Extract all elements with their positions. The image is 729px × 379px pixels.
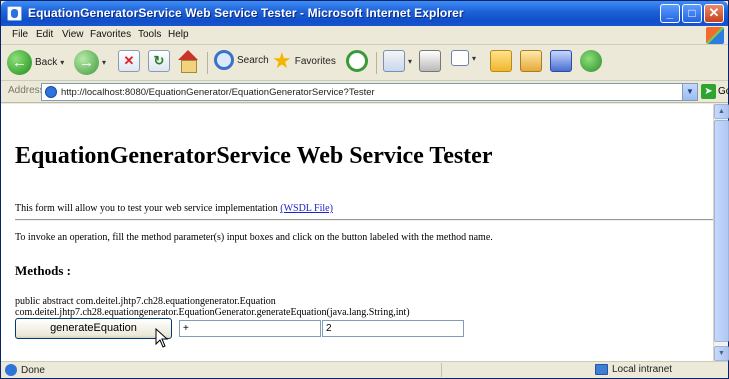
menu-file[interactable]: File [12, 29, 28, 40]
refresh-icon: ↻ [148, 50, 170, 72]
zone-label: Local intranet [612, 364, 673, 375]
home-button[interactable] [177, 50, 199, 73]
address-input[interactable]: http://localhost:8080/EquationGenerator/… [41, 83, 698, 101]
mail-button[interactable]: ▾ [383, 50, 412, 72]
address-label: Address [8, 85, 45, 96]
research-icon [520, 50, 542, 72]
intro-text: This form will allow you to test your we… [15, 203, 333, 214]
edit-button[interactable]: ▾ [451, 50, 476, 66]
minimize-button[interactable]: _ [660, 4, 680, 23]
operation-param-input[interactable]: + [179, 320, 321, 337]
search-button[interactable]: Search [214, 50, 269, 70]
scroll-thumb[interactable] [714, 120, 729, 342]
scroll-down-icon[interactable]: ▼ [714, 346, 729, 361]
toolbar: ← Back ▾ → ▾ ✕ ↻ Search ★ Favorites ▾ ▾ [1, 45, 728, 81]
security-zone: Local intranet [595, 364, 672, 375]
ie-page-icon [45, 86, 57, 98]
back-label: Back [35, 57, 58, 68]
print-icon [419, 50, 441, 72]
maximize-button[interactable]: □ [682, 4, 702, 23]
word-edit-icon [451, 50, 469, 66]
search-label: Search [237, 54, 269, 66]
mail-icon [383, 50, 405, 72]
menu-tools[interactable]: Tools [138, 29, 161, 40]
print-button[interactable] [419, 50, 441, 72]
difficulty-param-input[interactable]: 2 [322, 320, 464, 337]
methods-heading: Methods : [15, 263, 71, 278]
favorites-star-icon: ★ [272, 48, 292, 73]
menu-favorites[interactable]: Favorites [90, 29, 131, 40]
messenger-button[interactable] [580, 50, 602, 72]
browser-window: EquationGeneratorService Web Service Tes… [0, 0, 729, 379]
favorites-label: Favorites [294, 55, 336, 67]
page-content: EquationGeneratorService Web Service Tes… [1, 104, 713, 361]
method-signature-line2: com.deitel.jhtp7.ch28.equationgenerator.… [15, 307, 410, 318]
status-text: Done [21, 365, 45, 376]
vertical-scrollbar[interactable]: ▲ ▼ [713, 104, 729, 361]
go-arrow-icon: ➤ [701, 84, 716, 99]
menu-help[interactable]: Help [168, 29, 189, 40]
address-dropdown-chevron-icon[interactable]: ▼ [682, 84, 697, 100]
back-button[interactable]: ← Back ▾ [7, 50, 64, 75]
forward-arrow-icon: → [74, 50, 99, 75]
history-button[interactable] [346, 50, 368, 72]
wsdl-link[interactable]: (WSDL File) [280, 203, 333, 214]
go-button[interactable]: ➤ Go [701, 84, 729, 99]
chevron-down-icon: ▾ [408, 56, 413, 66]
toolbar-separator [376, 52, 377, 74]
favorites-button[interactable]: ★ Favorites [272, 50, 336, 72]
messenger-icon [580, 50, 602, 72]
status-bar: Done Local intranet [1, 361, 728, 378]
windows-logo-icon [706, 27, 724, 44]
title-bar[interactable]: EquationGeneratorService Web Service Tes… [1, 1, 728, 26]
go-label: Go [718, 86, 729, 97]
stop-button[interactable]: ✕ [118, 50, 140, 72]
discuss-icon [550, 50, 572, 72]
instructions-text: To invoke an operation, fill the method … [15, 232, 493, 243]
research-button[interactable] [520, 50, 542, 72]
method-signature-line1: public abstract com.deitel.jhtp7.ch28.eq… [15, 296, 276, 307]
chevron-down-icon: ▾ [472, 53, 477, 63]
menu-bar: File Edit View Favorites Tools Help [1, 26, 728, 45]
back-arrow-icon: ← [7, 50, 32, 75]
intro-sentence: This form will allow you to test your we… [15, 203, 278, 214]
history-icon [346, 50, 368, 72]
chevron-down-icon: ▾ [60, 58, 65, 67]
mouse-pointer-icon [155, 328, 169, 348]
address-url: http://localhost:8080/EquationGenerator/… [61, 87, 375, 98]
toolbar-separator [207, 52, 208, 74]
folder-icon [490, 50, 512, 72]
discuss-button[interactable] [550, 50, 572, 72]
status-panes [441, 363, 591, 377]
ie-document-icon [7, 6, 22, 21]
menu-edit[interactable]: Edit [36, 29, 53, 40]
page-title: EquationGeneratorService Web Service Tes… [15, 143, 493, 169]
window-title: EquationGeneratorService Web Service Tes… [28, 6, 464, 20]
close-button[interactable]: ✕ [704, 4, 724, 23]
chevron-down-icon: ▾ [102, 58, 107, 67]
home-icon [177, 50, 199, 73]
ie-status-icon [5, 364, 17, 376]
forward-button[interactable]: → ▾ [74, 50, 106, 75]
refresh-button[interactable]: ↻ [148, 50, 170, 72]
folder-button[interactable] [490, 50, 512, 72]
generate-equation-button[interactable]: generateEquation [15, 318, 172, 339]
intranet-zone-icon [595, 364, 608, 375]
scroll-up-icon[interactable]: ▲ [714, 104, 729, 119]
divider [15, 219, 713, 221]
search-icon [214, 50, 234, 70]
menu-view[interactable]: View [62, 29, 84, 40]
stop-icon: ✕ [118, 50, 140, 72]
address-bar: Address http://localhost:8080/EquationGe… [1, 81, 729, 103]
